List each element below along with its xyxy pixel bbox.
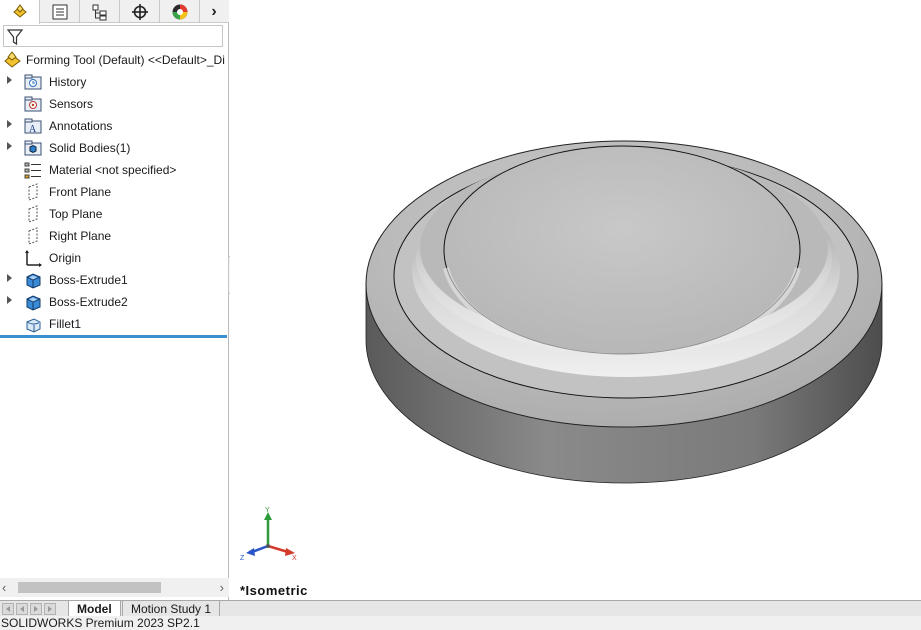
tree-item-right-plane[interactable]: Right Plane [0, 225, 229, 247]
origin-icon [25, 250, 42, 267]
tree-filter-input[interactable] [3, 25, 223, 47]
feature-manager-panel: › Forming Tool (Default) <<Default>_Di H… [0, 0, 229, 600]
document-tab-bar: Model Motion Study 1 [0, 600, 921, 617]
extrude-feature-icon [26, 273, 41, 289]
tree-item-material-not-specified[interactable]: Material <not specified> [0, 159, 229, 181]
tree-item-fillet1[interactable]: Fillet1 [0, 313, 229, 335]
sensors-folder-icon [24, 96, 42, 112]
tree-item-label: Top Plane [49, 207, 103, 221]
part-icon [4, 51, 21, 68]
crosshair-icon [131, 3, 148, 20]
tree-item-label: Boss-Extrude1 [49, 273, 128, 287]
tree-item-label: Right Plane [49, 229, 112, 243]
rollback-bar[interactable] [0, 335, 227, 338]
orientation-triad: Y X Z [240, 507, 297, 562]
extrude-feature-icon [26, 295, 41, 311]
tree-item-label: Annotations [49, 119, 113, 133]
triad-z-label: Z [240, 555, 245, 562]
scroll-right-icon[interactable]: › [220, 580, 224, 595]
expand-arrow-icon[interactable] [7, 274, 12, 282]
expand-arrow-icon[interactable] [7, 76, 12, 84]
tree-item-label: Material <not specified> [49, 163, 177, 177]
featuremanager-tab[interactable] [0, 0, 40, 24]
first-tab-button[interactable] [2, 603, 14, 615]
tree-root-part[interactable]: Forming Tool (Default) <<Default>_Di [0, 49, 229, 71]
triad-x-label: X [292, 555, 297, 562]
tree-item-annotations[interactable]: A Annotations [0, 115, 229, 137]
tree-item-label: Solid Bodies(1) [49, 141, 131, 155]
triad-y-label: Y [265, 507, 270, 514]
expand-arrow-icon[interactable] [7, 120, 12, 128]
tree-item-solid-bodies-1[interactable]: Solid Bodies(1) [0, 137, 229, 159]
tree-item-label: Sensors [49, 97, 94, 111]
graphics-area[interactable]: Y X Z *Isometric [230, 0, 921, 600]
last-tab-button[interactable] [44, 603, 56, 615]
material-icon [24, 162, 41, 179]
manager-tab-bar: › [0, 0, 229, 24]
expand-arrow-icon[interactable] [7, 296, 12, 304]
view-orientation-label: *Isometric [240, 583, 308, 598]
plane-icon [28, 205, 38, 223]
tree-item-label: History [49, 75, 87, 89]
status-bar: SOLIDWORKS Premium 2023 SP2.1 [0, 616, 921, 630]
plane-icon [28, 183, 38, 201]
filter-icon [6, 29, 24, 46]
boss-top-face [443, 145, 801, 355]
configuration-icon [92, 4, 106, 20]
display-manager-tab[interactable] [160, 0, 200, 23]
horizontal-scrollbar[interactable]: ‹ › [0, 578, 229, 597]
tree-item-label: Origin [49, 251, 82, 265]
tree-item-boss-extrude2[interactable]: Boss-Extrude2 [0, 291, 229, 313]
tab-model[interactable]: Model [68, 601, 121, 617]
tree-item-history[interactable]: History [0, 71, 229, 93]
appearance-sphere-icon [172, 4, 187, 19]
prev-tab-button[interactable] [16, 603, 28, 615]
scroll-thumb[interactable] [18, 582, 161, 593]
fillet-feature-icon [26, 318, 41, 333]
tree-item-boss-extrude1[interactable]: Boss-Extrude1 [0, 269, 229, 291]
configurationmanager-tab[interactable] [80, 0, 120, 23]
part-icon [12, 4, 27, 18]
tree-item-label: Boss-Extrude2 [49, 295, 128, 309]
svg-text:A: A [29, 124, 37, 135]
history-folder-icon [24, 74, 42, 90]
tree-item-label: Fillet1 [49, 317, 82, 331]
solidworks-window: › Forming Tool (Default) <<Default>_Di H… [0, 0, 921, 630]
tab-motion-study-1[interactable]: Motion Study 1 [122, 601, 221, 617]
part-model [365, 140, 883, 484]
scroll-left-icon[interactable]: ‹ [2, 580, 6, 595]
dimxpert-tab[interactable] [120, 0, 160, 23]
tree-root-label: Forming Tool (Default) <<Default>_Di [26, 53, 225, 67]
annotations-folder-icon: A [24, 118, 42, 135]
tree-item-sensors[interactable]: Sensors [0, 93, 229, 115]
propertymanager-tab[interactable] [40, 0, 80, 23]
property-list-icon [52, 4, 67, 19]
tree-item-origin[interactable]: Origin [0, 247, 229, 269]
more-tabs-arrow[interactable]: › [200, 0, 228, 23]
expand-arrow-icon[interactable] [7, 142, 12, 150]
tree-item-front-plane[interactable]: Front Plane [0, 181, 229, 203]
plane-icon [28, 227, 38, 245]
solid-bodies-folder-icon [24, 140, 42, 156]
next-tab-button[interactable] [30, 603, 42, 615]
tree-item-label: Front Plane [49, 185, 112, 199]
tree-item-top-plane[interactable]: Top Plane [0, 203, 229, 225]
